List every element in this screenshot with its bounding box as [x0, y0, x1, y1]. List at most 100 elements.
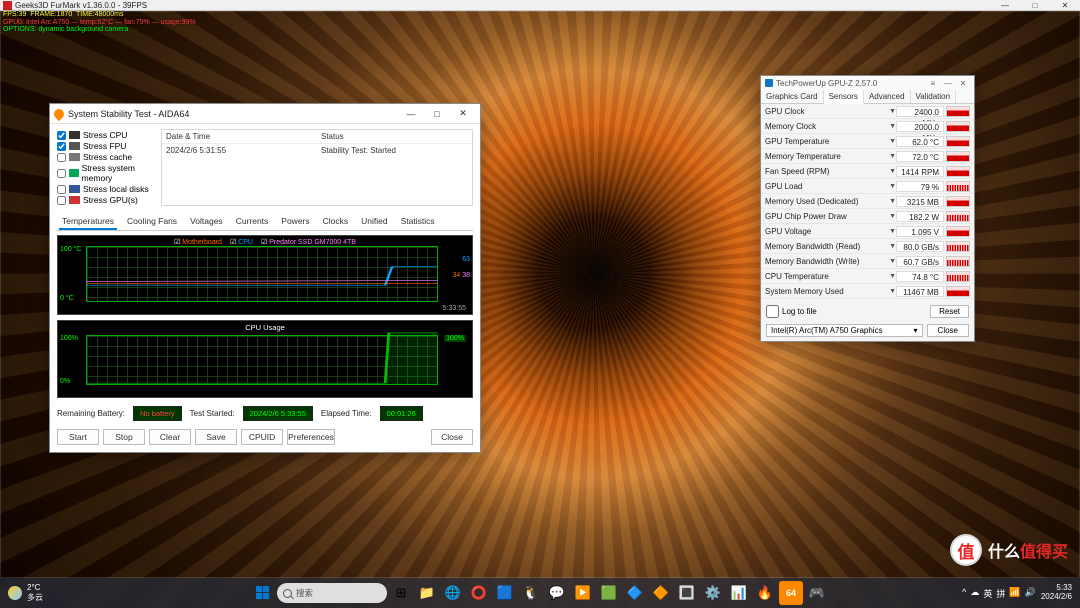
gpuz-tab-sensors[interactable]: Sensors [824, 90, 864, 104]
gpuz-tab-graphics-card[interactable]: Graphics Card [761, 90, 824, 103]
stop-button[interactable]: Stop [103, 429, 145, 445]
cpuid-button[interactable]: CPUID [241, 429, 283, 445]
chevron-down-icon[interactable]: ▼ [889, 213, 896, 220]
gpuz-hamburger-button[interactable]: ≡ [926, 79, 940, 88]
reset-button[interactable]: Reset [930, 305, 969, 318]
app-icon-2[interactable]: 🐧 [519, 581, 543, 605]
sensor-row-memory-clock[interactable]: Memory Clock▼2000.0 MHz [761, 119, 974, 134]
tab-clocks[interactable]: Clocks [320, 214, 352, 230]
app-icon-8[interactable]: 🔳 [675, 581, 699, 605]
sensor-row-fan-speed-rpm-[interactable]: Fan Speed (RPM)▼1414 RPM [761, 164, 974, 179]
explorer-icon[interactable]: 📁 [415, 581, 439, 605]
stress-check-stress-fpu[interactable]: Stress FPU [57, 141, 157, 151]
sensor-row-gpu-load[interactable]: GPU Load▼79 % [761, 179, 974, 194]
gpuz-minimize-button[interactable]: — [941, 79, 955, 88]
app-icon-10[interactable]: 📊 [727, 581, 751, 605]
legend-cpu[interactable]: CPU [230, 238, 253, 246]
outer-close-button[interactable]: ✕ [1050, 1, 1080, 10]
aida-close-button[interactable]: ✕ [450, 105, 476, 123]
taskbar-clock[interactable]: 5:33 2024/2/6 [1041, 584, 1072, 602]
gpuz-tab-validation[interactable]: Validation [911, 90, 957, 103]
chevron-down-icon[interactable]: ▼ [889, 108, 896, 115]
chevron-down-icon[interactable]: ▼ [889, 273, 896, 280]
taskbar-search[interactable]: 搜索 [277, 583, 387, 603]
chevron-down-icon[interactable]: ▼ [889, 183, 896, 190]
close-button[interactable]: Close [431, 429, 473, 445]
chevron-down-icon[interactable]: ▼ [889, 288, 896, 295]
tab-powers[interactable]: Powers [278, 214, 312, 230]
app-icon-4[interactable]: ▶️ [571, 581, 595, 605]
outer-minimize-button[interactable]: — [990, 1, 1020, 10]
taskbar[interactable]: 2°C 多云 搜索 ⊞ 📁 🌐 ⭕ 🟦 🐧 💬 ▶️ 🟩 🔷 🔶 🔳 ⚙️ 📊 … [0, 578, 1080, 608]
chevron-down-icon[interactable]: ▼ [889, 243, 896, 250]
tab-statistics[interactable]: Statistics [398, 214, 438, 230]
legend-ssd[interactable]: Predator SSD GM7000 4TB [261, 238, 356, 246]
taskbar-weather-widget[interactable]: 2°C 多云 [8, 583, 43, 603]
app-icon-6[interactable]: 🔷 [623, 581, 647, 605]
app-icon-7[interactable]: 🔶 [649, 581, 673, 605]
sensor-row-system-memory-used[interactable]: System Memory Used▼11467 MB [761, 284, 974, 299]
system-tray[interactable]: ^ ☁ 英 拼 📶 🔊 [962, 587, 1036, 600]
chevron-down-icon[interactable]: ▼ [889, 258, 896, 265]
app-icon-1[interactable]: 🟦 [493, 581, 517, 605]
stress-check-stress-cpu[interactable]: Stress CPU [57, 130, 157, 140]
sensor-row-memory-temperature[interactable]: Memory Temperature▼72.0 °C [761, 149, 974, 164]
sensor-row-memory-bandwidth-write-[interactable]: Memory Bandwidth (Write)▼60.7 GB/s [761, 254, 974, 269]
gpuz-close-button[interactable]: ✕ [956, 79, 970, 88]
aida-minimize-button[interactable]: — [398, 105, 424, 123]
start-button[interactable] [251, 581, 275, 605]
stress-check-stress-system-memory[interactable]: Stress system memory [57, 163, 157, 183]
outer-maximize-button[interactable]: □ [1020, 1, 1050, 10]
preferences-button[interactable]: Preferences [287, 429, 335, 445]
stress-check-stress-cache[interactable]: Stress cache [57, 152, 157, 162]
tray-onedrive-icon[interactable]: ☁ [970, 587, 979, 600]
aida64-titlebar[interactable]: System Stability Test - AIDA64 — □ ✕ [50, 104, 480, 124]
ime-indicator-2[interactable]: 拼 [996, 587, 1005, 600]
task-view-icon[interactable]: ⊞ [389, 581, 413, 605]
chevron-down-icon[interactable]: ▼ [889, 138, 896, 145]
tray-volume-icon[interactable]: 🔊 [1025, 587, 1036, 600]
tab-cooling-fans[interactable]: Cooling Fans [124, 214, 180, 230]
chevron-down-icon[interactable]: ▼ [889, 123, 896, 130]
app-icon-13[interactable]: 🎮 [805, 581, 829, 605]
sensor-row-memory-bandwidth-read-[interactable]: Memory Bandwidth (Read)▼80.0 GB/s [761, 239, 974, 254]
app-icon-9[interactable]: ⚙️ [701, 581, 725, 605]
tab-voltages[interactable]: Voltages [187, 214, 226, 230]
sensor-row-gpu-voltage[interactable]: GPU Voltage▼1.095 V [761, 224, 974, 239]
chevron-down-icon[interactable]: ▼ [889, 228, 896, 235]
clear-button[interactable]: Clear [149, 429, 191, 445]
gpuz-window[interactable]: TechPowerUp GPU-Z 2.57.0 ≡ — ✕ Graphics … [760, 75, 975, 342]
sensor-row-gpu-clock[interactable]: GPU Clock▼2400.0 MHz [761, 104, 974, 119]
chevron-down-icon[interactable]: ▼ [889, 198, 896, 205]
tab-currents[interactable]: Currents [233, 214, 272, 230]
gpu-device-dropdown[interactable]: Intel(R) Arc(TM) A750 Graphics ▾ [766, 324, 923, 337]
save-button[interactable]: Save [195, 429, 237, 445]
log-to-file-checkbox[interactable] [766, 305, 779, 318]
gpuz-tab-advanced[interactable]: Advanced [864, 90, 911, 103]
app-icon-3[interactable]: 💬 [545, 581, 569, 605]
aida64-window[interactable]: System Stability Test - AIDA64 — □ ✕ Str… [49, 103, 481, 453]
app-icon-12[interactable]: 64 [779, 581, 803, 605]
app-icon-11[interactable]: 🔥 [753, 581, 777, 605]
sensor-row-memory-used-dedicated-[interactable]: Memory Used (Dedicated)▼3215 MB [761, 194, 974, 209]
tab-unified[interactable]: Unified [358, 214, 390, 230]
legend-motherboard[interactable]: Motherboard [174, 238, 222, 246]
stress-check-stress-gpu(s)[interactable]: Stress GPU(s) [57, 195, 157, 205]
sensor-row-gpu-chip-power-draw[interactable]: GPU Chip Power Draw▼182.2 W [761, 209, 974, 224]
app-icon-5[interactable]: 🟩 [597, 581, 621, 605]
aida-maximize-button[interactable]: □ [424, 105, 450, 123]
start-button[interactable]: Start [57, 429, 99, 445]
furmark-window-titlebar[interactable]: Geeks3D FurMark v1.36.0.0 - 39FPS — □ ✕ [0, 0, 1080, 11]
tab-temperatures[interactable]: Temperatures [59, 214, 117, 230]
chevron-down-icon[interactable]: ▼ [889, 168, 896, 175]
gpuz-close-button2[interactable]: Close [927, 324, 969, 337]
chevron-down-icon[interactable]: ▼ [889, 153, 896, 160]
sensor-row-gpu-temperature[interactable]: GPU Temperature▼62.0 °C [761, 134, 974, 149]
chrome-icon[interactable]: ⭕ [467, 581, 491, 605]
tray-chevron-icon[interactable]: ^ [962, 587, 966, 600]
gpuz-titlebar[interactable]: TechPowerUp GPU-Z 2.57.0 ≡ — ✕ [761, 76, 974, 90]
stress-check-stress-local-disks[interactable]: Stress local disks [57, 184, 157, 194]
edge-icon[interactable]: 🌐 [441, 581, 465, 605]
ime-indicator-1[interactable]: 英 [983, 587, 992, 600]
tray-network-icon[interactable]: 📶 [1009, 587, 1020, 600]
